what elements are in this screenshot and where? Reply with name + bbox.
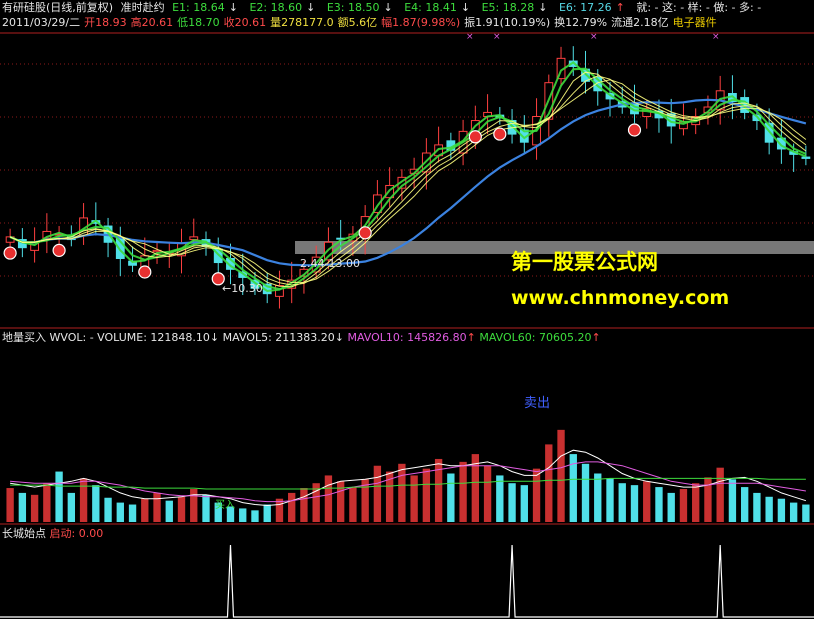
- volume-bar: [581, 463, 590, 522]
- volume-bar: [496, 475, 504, 522]
- buy-marker: [52, 243, 66, 257]
- volume-bar: [251, 510, 259, 522]
- volume-bar: [239, 508, 247, 522]
- volume-bar: [765, 496, 773, 522]
- watermark-title: 第一股票公式网: [511, 250, 658, 274]
- buy-marker: [3, 246, 17, 260]
- volume-bar: [6, 488, 14, 522]
- mavol60-value: MAVOL60: 70605.20: [479, 331, 592, 344]
- wvol-value: WVOL: -: [49, 331, 94, 344]
- volume-bar: [324, 475, 333, 522]
- volume-bar: [373, 465, 382, 522]
- volume-value: VOLUME: 121848.10: [97, 331, 210, 344]
- buy-marker: [468, 130, 482, 144]
- volume-bar: [643, 481, 651, 522]
- volume-bar: [545, 444, 553, 522]
- volume-bar: [349, 487, 357, 522]
- grid-lines: [0, 32, 814, 525]
- mavol10-value: MAVOL10: 145826.80: [347, 331, 467, 344]
- volume-bar: [300, 488, 308, 522]
- buy-marker: [358, 226, 372, 240]
- buy-marker: [493, 127, 507, 141]
- volume-bar: [618, 483, 626, 522]
- buy-label: 买入: [215, 500, 235, 511]
- volume-bar: [655, 487, 663, 522]
- volume-bar: [434, 458, 443, 522]
- volume-bar: [128, 504, 137, 522]
- candle-body: [189, 236, 199, 241]
- candlestick-chart[interactable]: × × × ×: [0, 0, 814, 619]
- volume-bar: [716, 467, 724, 522]
- flag-mark: ×: [466, 32, 474, 42]
- volume-bar: [557, 429, 565, 522]
- buy-marker: [627, 123, 642, 137]
- volume-bar: [447, 473, 455, 522]
- volume-bar: [630, 485, 639, 522]
- volume-bar: [141, 498, 149, 522]
- signal-line: [0, 544, 814, 618]
- volume-bar: [606, 478, 614, 522]
- volume-bar: [789, 502, 798, 522]
- volume-bar: [422, 468, 431, 522]
- volume-bar: [753, 492, 761, 522]
- volume-bar: [30, 494, 39, 522]
- volume-pane-title: 地量买入 WVOL: - VOLUME: 121848.10↓ MAVOL5: …: [2, 331, 601, 344]
- volume-bar: [508, 483, 516, 522]
- volume-bar: [692, 483, 700, 522]
- sell-label: 卖出: [524, 396, 551, 411]
- volume-bar: [275, 498, 284, 522]
- volume-bar: [777, 498, 786, 522]
- volume-bar: [18, 492, 27, 522]
- volume-bar: [459, 461, 467, 522]
- volume-bar: [55, 471, 63, 522]
- ma-ribbon: [9, 61, 807, 293]
- volume-bar: [79, 478, 88, 522]
- volume-bar: [177, 496, 186, 522]
- volume-bar: [594, 473, 602, 522]
- volume-bar: [190, 489, 198, 522]
- volume-bar: [104, 497, 112, 522]
- volume-bar: [532, 468, 541, 522]
- volume-bar: [202, 494, 210, 522]
- flag-mark: ×: [493, 32, 501, 42]
- volume-bar: [802, 504, 810, 522]
- signal-path: [0, 544, 814, 618]
- volume-bar: [67, 492, 76, 522]
- volume-pane-name: 地量买入: [2, 331, 46, 344]
- signal-value: 0.00: [78, 527, 104, 540]
- volume-bar: [667, 492, 675, 522]
- volume-bar: [116, 502, 124, 522]
- ma-ribbon-line: [9, 71, 807, 288]
- buy-marker: [138, 265, 152, 279]
- range-label: 2.44-13.00: [300, 257, 360, 270]
- ma-ribbon-line: [9, 61, 807, 293]
- volume-bar: [43, 483, 51, 522]
- volume-bar: [520, 485, 528, 522]
- signal-pane-name: 长城始点: [2, 527, 46, 540]
- volume-bar: [740, 487, 749, 522]
- volume-bar: [165, 500, 173, 522]
- volume-bar: [336, 481, 345, 522]
- candle-body: [801, 156, 811, 159]
- volume-bar: [288, 492, 296, 522]
- volume-bar: [263, 504, 271, 522]
- volume-bar: [728, 479, 737, 522]
- signal-label: 启动:: [49, 527, 76, 540]
- volume-bar: [410, 475, 418, 522]
- volume-bar: [92, 485, 100, 522]
- flag-mark: ×: [712, 32, 720, 42]
- volume-bar: [483, 465, 492, 522]
- volume-bar: [679, 489, 688, 522]
- signal-pane-title: 长城始点 启动: 0.00: [2, 527, 103, 541]
- flag-mark: ×: [590, 32, 598, 42]
- volume-bars: [6, 429, 810, 522]
- watermark-url: www.chnmoney.com: [511, 287, 730, 309]
- volume-bar: [153, 492, 161, 522]
- volume-bar: [398, 463, 406, 522]
- low-price-label: ←10.30: [222, 282, 263, 295]
- mavol5-value: MAVOL5: 211383.20: [222, 331, 335, 344]
